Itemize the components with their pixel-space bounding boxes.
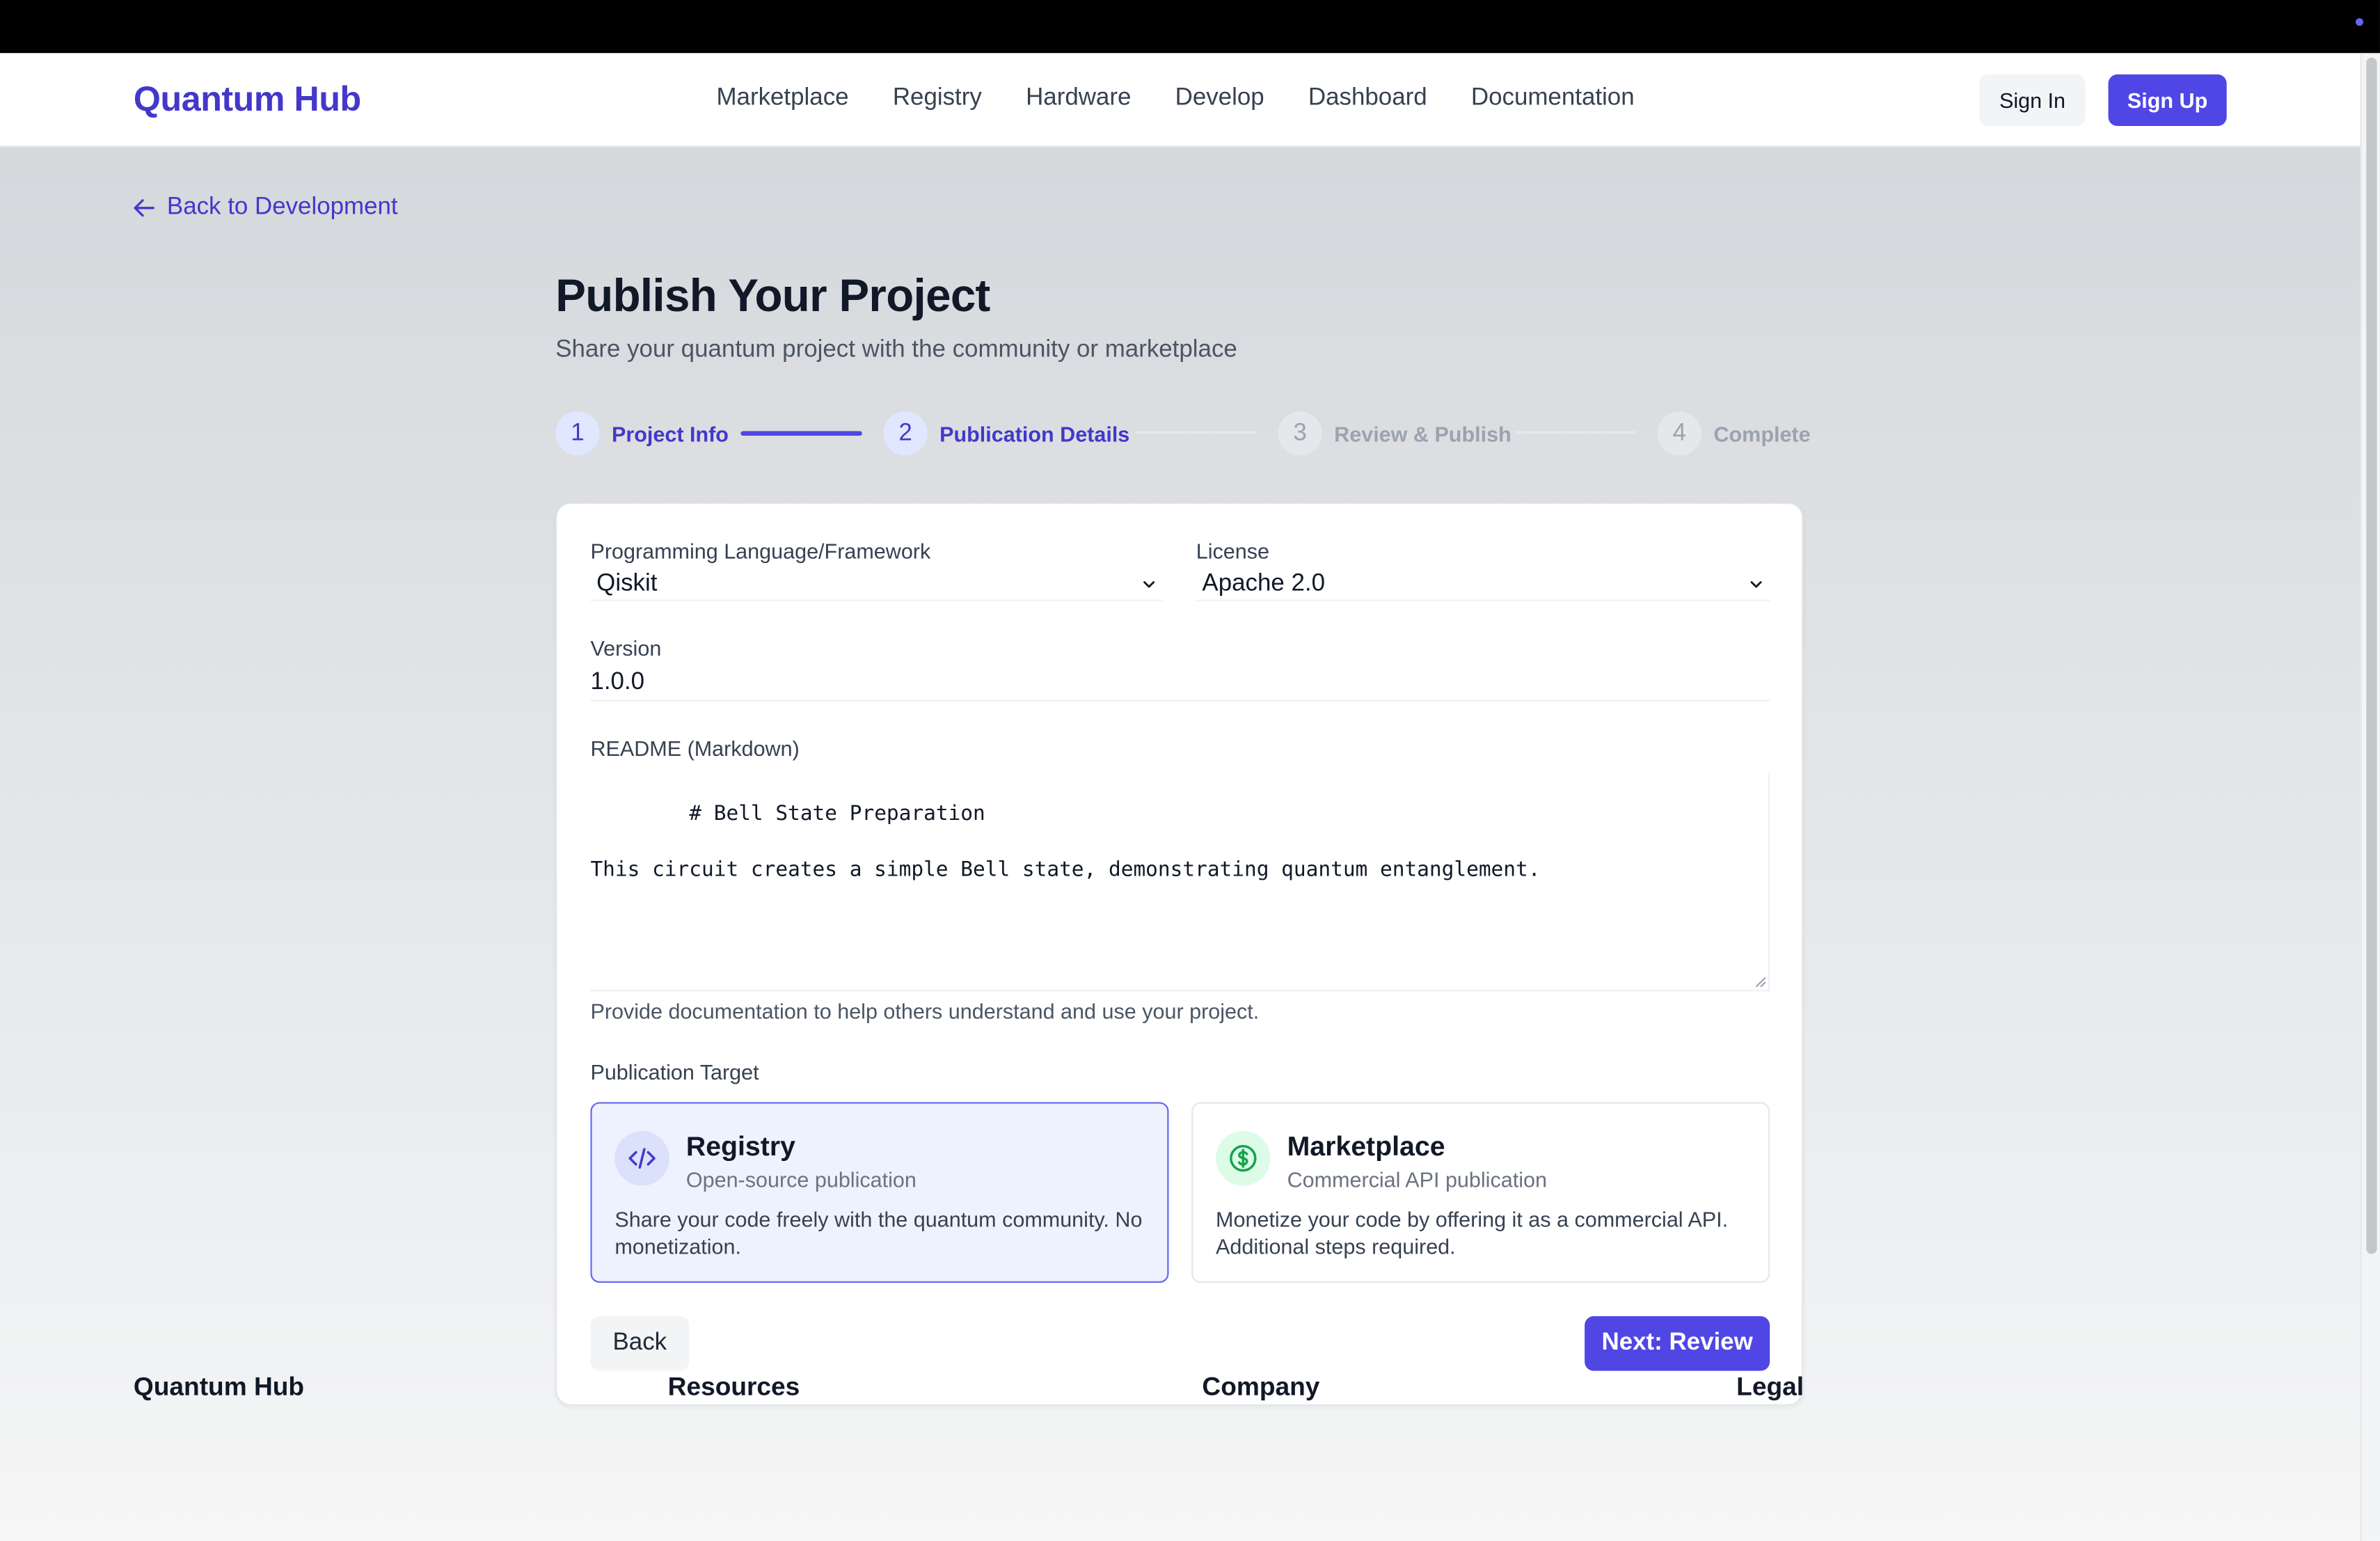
chevron-down-icon [1750, 581, 1762, 588]
dollar-icon [1216, 1130, 1271, 1186]
option-description: Share your code freely with the quantum … [614, 1206, 1143, 1259]
step-number: 4 [1657, 411, 1702, 456]
language-select[interactable]: Qiskit [590, 568, 1163, 601]
chevron-down-icon [1143, 581, 1155, 588]
step-label: Publication Details [939, 421, 1130, 446]
step-publication-details: 2 Publication Details [883, 411, 1130, 456]
back-button[interactable]: Back [590, 1316, 690, 1371]
publication-target-label: Publication Target [590, 1059, 759, 1084]
back-link-label: Back to Development [166, 194, 398, 221]
target-option-marketplace[interactable]: Marketplace Commercial API publication M… [1191, 1102, 1770, 1283]
page-subtitle: Share your quantum project with the comm… [555, 337, 1237, 363]
language-value: Qiskit [596, 570, 658, 596]
step-review-publish: 3 Review & Publish [1278, 411, 1512, 456]
step-number: 1 [555, 411, 600, 456]
nav-item-hardware[interactable]: Hardware [1026, 85, 1131, 112]
main-nav: Marketplace Registry Hardware Develop Da… [716, 85, 1678, 112]
publish-form-card: Programming Language/Framework Qiskit Li… [555, 502, 1804, 1406]
scrollbar-thumb[interactable] [2366, 57, 2377, 1254]
step-number: 2 [883, 411, 928, 456]
arrow-left-icon [134, 199, 154, 217]
option-subtitle: Open-source publication [685, 1167, 917, 1192]
nav-item-registry[interactable]: Registry [893, 85, 982, 112]
option-subtitle: Commercial API publication [1287, 1167, 1547, 1192]
version-input[interactable]: 1.0.0 [590, 665, 1770, 702]
code-icon [614, 1130, 669, 1186]
step-connector [740, 431, 862, 436]
option-description: Monetize your code by offering it as a c… [1216, 1206, 1729, 1259]
next-review-button[interactable]: Next: Review [1585, 1316, 1770, 1371]
logo[interactable]: Quantum Hub [134, 79, 361, 120]
nav-item-documentation[interactable]: Documentation [1471, 85, 1635, 112]
resize-handle-icon[interactable] [1754, 976, 1766, 988]
footer-heading-legal: Legal [1736, 1372, 1804, 1402]
footer-heading-quantum-hub: Quantum Hub [133, 1372, 305, 1402]
readme-help-text: Provide documentation to help others und… [590, 999, 1260, 1024]
main-content: Back to Development Publish Your Project… [0, 147, 2361, 1541]
license-select[interactable]: Apache 2.0 [1196, 568, 1770, 601]
footer: Quantum Hub Resources Company Legal [0, 1373, 2361, 1403]
back-to-development-link[interactable]: Back to Development [134, 194, 398, 221]
step-connector [1135, 431, 1257, 434]
step-project-info: 1 Project Info [555, 411, 729, 456]
license-label: License [1196, 539, 1269, 564]
step-label: Project Info [611, 421, 729, 446]
site-header: Quantum Hub Marketplace Registry Hardwar… [0, 53, 2361, 148]
page-title: Publish Your Project [555, 271, 990, 322]
nav-item-dashboard[interactable]: Dashboard [1308, 85, 1427, 112]
step-label: Review & Publish [1334, 421, 1512, 446]
license-value: Apache 2.0 [1202, 570, 1325, 596]
readme-textarea[interactable]: # Bell State Preparation This circuit cr… [590, 773, 1770, 992]
language-label: Programming Language/Framework [590, 539, 931, 564]
sign-up-button[interactable]: Sign Up [2108, 74, 2227, 127]
option-title: Marketplace [1287, 1130, 1445, 1162]
step-connector [1514, 431, 1637, 434]
page-scrollbar[interactable] [2360, 53, 2380, 1541]
footer-heading-resources: Resources [667, 1372, 800, 1402]
target-option-registry[interactable]: Registry Open-source publication Share y… [590, 1102, 1169, 1283]
option-title: Registry [685, 1130, 795, 1162]
step-number: 3 [1278, 411, 1322, 456]
readme-label: README (Markdown) [590, 736, 800, 761]
step-label: Complete [1713, 421, 1811, 446]
step-complete: 4 Complete [1657, 411, 1811, 456]
status-dot [2356, 18, 2363, 26]
readme-text: # Bell State Preparation This circuit cr… [590, 802, 1541, 882]
footer-heading-company: Company [1202, 1372, 1320, 1402]
progress-steps: 1 Project Info 2 Publication Details 3 R… [555, 411, 1811, 457]
nav-item-develop[interactable]: Develop [1175, 85, 1264, 112]
sign-in-button[interactable]: Sign In [1979, 74, 2086, 127]
version-label: Version [590, 635, 662, 661]
nav-item-marketplace[interactable]: Marketplace [716, 85, 848, 112]
system-top-bar [0, 0, 2380, 54]
